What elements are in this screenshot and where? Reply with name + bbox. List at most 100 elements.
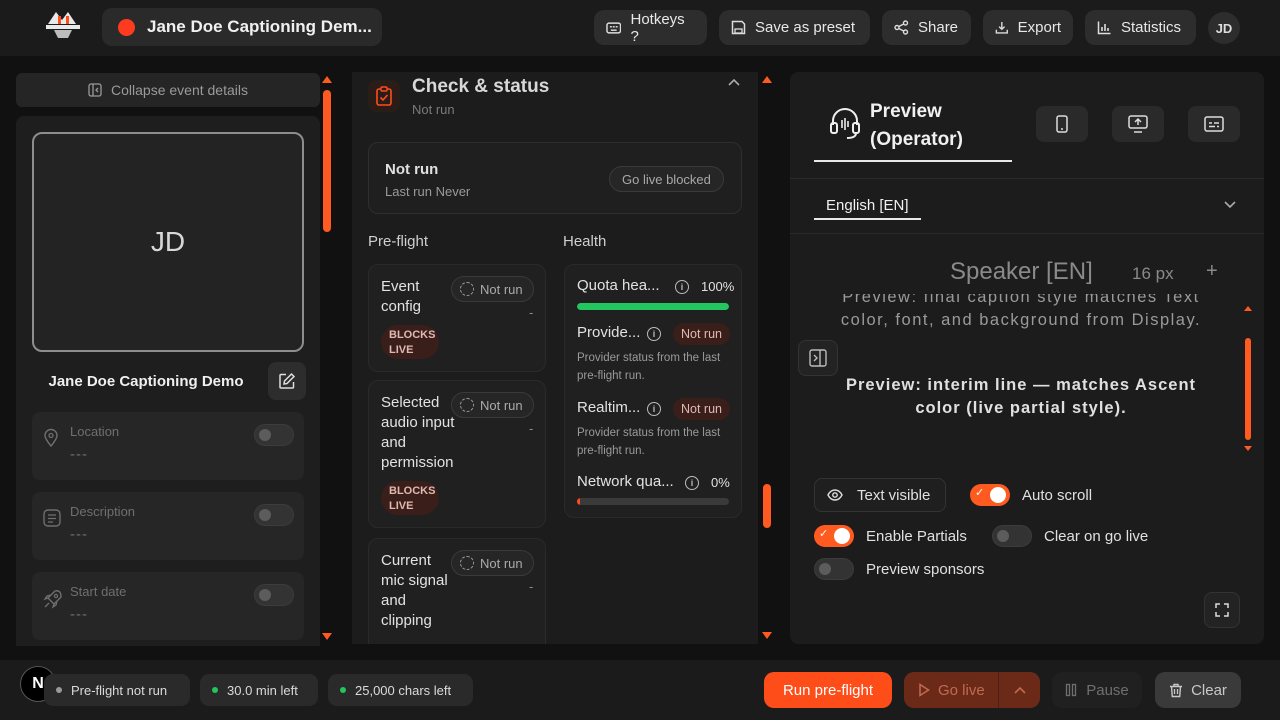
clear-on-go-live-toggle[interactable] <box>992 525 1032 547</box>
export-button[interactable]: Export <box>983 10 1073 45</box>
statistics-button[interactable]: Statistics <box>1085 10 1196 45</box>
preflight-item-detail: - <box>529 579 534 594</box>
start-date-label: Start date <box>70 584 127 599</box>
event-card: JD Jane Doe Captioning Demo Location ---… <box>16 116 320 646</box>
captions-view-button[interactable] <box>1188 106 1240 142</box>
scroll-up-arrow-icon[interactable] <box>762 76 772 83</box>
quota-health-label: Quota hea... <box>577 277 660 294</box>
font-size-increase-button[interactable]: + <box>1206 260 1218 283</box>
left-scrollbar[interactable] <box>322 76 332 640</box>
description-toggle[interactable] <box>254 504 294 526</box>
mobile-view-button[interactable] <box>1036 106 1088 142</box>
scroll-down-arrow-icon[interactable] <box>762 632 772 639</box>
go-live-button[interactable]: Go live <box>904 672 1040 708</box>
network-quality-bar <box>577 498 729 505</box>
go-live-divider <box>998 672 999 708</box>
edit-icon <box>279 372 296 389</box>
info-icon[interactable]: i <box>647 327 661 341</box>
description-label: Description <box>70 504 136 519</box>
pending-circle-icon <box>460 282 474 296</box>
event-avatar[interactable]: JD <box>32 132 304 352</box>
collapse-event-details-button[interactable]: Collapse event details <box>16 73 320 107</box>
scroll-up-arrow-icon[interactable] <box>322 76 332 83</box>
info-icon[interactable]: i <box>675 280 689 294</box>
sidebar-collapse-icon <box>88 83 102 97</box>
share-button[interactable]: Share <box>882 10 971 45</box>
language-selector-row[interactable]: English [EN] <box>790 178 1264 234</box>
provider-status-badge: Not run <box>673 323 730 345</box>
realtime-health-label: Realtim... <box>577 399 641 416</box>
recording-status-dot <box>118 18 135 36</box>
monitor-upload-icon <box>1128 115 1148 133</box>
scroll-down-arrow-icon[interactable] <box>1244 446 1252 451</box>
chevron-up-icon[interactable] <box>728 78 740 86</box>
pause-label: Pause <box>1086 681 1129 699</box>
event-title-pill[interactable]: Jane Doe Captioning Dem... <box>102 8 382 46</box>
middle-scrollbar[interactable] <box>762 72 772 644</box>
event-title: Jane Doe Captioning Dem... <box>147 17 372 36</box>
toggle-side-panel-button[interactable] <box>798 340 838 376</box>
info-icon[interactable]: i <box>647 402 661 416</box>
clear-button[interactable]: Clear <box>1155 672 1241 708</box>
start-date-toggle[interactable] <box>254 584 294 606</box>
enable-partials-label: Enable Partials <box>866 528 967 545</box>
pause-button[interactable]: Pause <box>1052 672 1142 708</box>
captions-icon <box>1204 116 1224 132</box>
info-icon[interactable]: i <box>685 476 699 490</box>
edit-event-button[interactable] <box>268 362 306 400</box>
provider-health-label: Provide... <box>577 324 641 341</box>
last-run-text: Last run Never <box>385 184 471 199</box>
run-status-card: Not run Last run Never Go live blocked <box>368 142 742 214</box>
top-bar: Jane Doe Captioning Dem... Hotkeys ? Sav… <box>0 0 1280 56</box>
interim-caption-preview: Preview: interim line — matches Ascent c… <box>845 376 1197 417</box>
collapse-label: Collapse event details <box>111 82 248 98</box>
preview-sponsors-toggle[interactable] <box>814 558 854 580</box>
preflight-status-text: Pre-flight not run <box>71 682 168 698</box>
location-toggle[interactable] <box>254 424 294 446</box>
auto-scroll-toggle[interactable]: ✓ <box>970 484 1010 506</box>
description-value: --- <box>70 526 88 543</box>
preview-tab-label: Preview (Operator) <box>870 101 963 150</box>
document-icon <box>43 509 61 527</box>
time-left-text: 30.0 min left <box>227 682 298 698</box>
app-logo-icon[interactable] <box>44 10 82 42</box>
middle-scroll-thumb[interactable] <box>763 484 771 528</box>
realtime-status-desc: Provider status from the last pre-flight… <box>577 427 721 457</box>
user-avatar[interactable]: JD <box>1208 12 1240 44</box>
hotkeys-button[interactable]: Hotkeys ? <box>594 10 707 45</box>
clear-on-go-live-label: Clear on go live <box>1044 528 1149 545</box>
tab-preview-operator[interactable]: Preview (Operator) <box>814 92 1012 162</box>
play-icon <box>919 683 930 697</box>
run-preflight-button[interactable]: Run pre-flight <box>764 672 892 708</box>
preview-scroll-thumb[interactable] <box>1245 338 1251 440</box>
fullscreen-button[interactable] <box>1204 592 1240 628</box>
status-dot <box>212 687 218 693</box>
location-field[interactable]: Location --- <box>32 412 304 480</box>
start-date-field[interactable]: Start date --- <box>32 572 304 640</box>
trash-icon <box>1170 683 1183 697</box>
preflight-item: Event config Not run - BLOCKS LIVE <box>368 264 546 372</box>
screen-share-button[interactable] <box>1112 106 1164 142</box>
scroll-up-arrow-icon[interactable] <box>1244 306 1252 311</box>
blocks-live-badge: BLOCKS LIVE <box>381 481 439 515</box>
save-preset-button[interactable]: Save as preset <box>719 10 870 45</box>
status-dot <box>340 687 346 693</box>
left-scroll-thumb[interactable] <box>323 90 331 232</box>
export-label: Export <box>1017 19 1061 36</box>
caption-preview-area: Preview: final caption style matches Tex… <box>826 294 1226 424</box>
description-field[interactable]: Description --- <box>32 492 304 560</box>
speaker-label: Speaker [EN] <box>950 258 1093 285</box>
scroll-down-arrow-icon[interactable] <box>322 633 332 640</box>
language-tab[interactable]: English [EN] <box>814 195 921 220</box>
download-icon <box>995 22 1008 34</box>
health-section-label: Health <box>563 233 607 250</box>
text-visible-button[interactable]: Text visible <box>814 478 946 512</box>
clipboard-check-icon <box>368 80 400 112</box>
phone-icon <box>1056 115 1068 133</box>
chevron-down-icon[interactable] <box>1224 201 1236 209</box>
network-quality-label: Network qua... <box>577 473 674 490</box>
preview-scrollbar[interactable] <box>1244 306 1254 454</box>
chevron-up-icon[interactable] <box>1014 686 1026 694</box>
check-status-subtitle: Not run <box>412 102 455 117</box>
enable-partials-toggle[interactable]: ✓ <box>814 525 854 547</box>
